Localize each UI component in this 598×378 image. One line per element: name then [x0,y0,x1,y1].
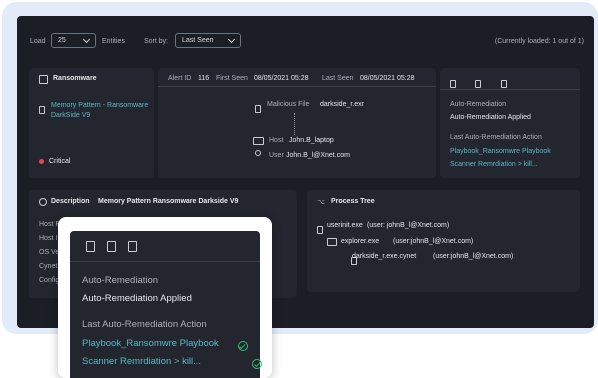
clipboard-icon[interactable] [107,241,116,252]
auto-remediation-title: Auto-Remediation [82,275,159,286]
last-seen-value: 08/05/2021 05:28 [360,75,415,82]
folder-icon [327,238,337,246]
last-seen-label: Last Seen [322,75,354,82]
alert-id-label: Alert ID [168,75,192,82]
tree-connector [294,113,295,135]
threat-title: Ransomware [53,75,97,82]
process-user: (user: johnB_l@Xnet.com) [367,222,450,229]
zoom-callout: Auto-Remediation Auto-Remediation Applie… [58,217,272,378]
entities-label: Entities [102,38,125,45]
detail-row-label: Host I [39,235,58,242]
remediation-card: Auto-Remediation Auto-Remediation Applie… [440,68,580,178]
divider [158,86,436,87]
action-link[interactable]: Playbook_Ransomwre Playbook [82,338,219,349]
action-link[interactable]: Scanner Remrdiation > kill... [450,161,538,168]
alert-id-value: 116 [198,75,210,82]
detail-row-label: Cynet [39,263,58,270]
auto-remediation-value: Auto-Remediation Applied [450,114,531,121]
detail-row-label: Config [39,277,60,284]
sort-select[interactable]: Last Seen [175,33,241,48]
process-tree-icon: ⌥ [317,199,326,206]
checkbox[interactable] [39,75,48,84]
process-user: (user:johnB_l@Xnet.com) [393,238,474,245]
file-icon[interactable] [86,241,95,252]
process-tree-card: ⌥ Process Tree userinit.exe (user: johnB… [307,190,580,292]
process-tree-title: Process Tree [331,198,375,205]
remediation-panel-zoom: Auto-Remediation Auto-Remediation Applie… [70,231,263,378]
list-icon[interactable] [500,80,507,88]
chevron-down-icon [82,35,91,44]
malicious-file-label: Malicious File [267,101,310,108]
check-circle-icon [238,341,248,351]
divider [70,261,260,262]
host-label: Host [269,137,284,144]
auto-remediation-value: Auto-Remediation Applied [82,293,192,304]
file-icon[interactable] [450,80,456,88]
threat-card[interactable]: Ransomware Memory Pattern - Ransomware D… [29,68,154,178]
user-label: User [269,152,284,159]
severity-dot [39,159,44,164]
info-icon [39,198,47,206]
sort-select-value: Last Seen [182,37,214,44]
action-link[interactable]: Scanner Remrdiation > kill... [82,356,201,367]
host-value[interactable]: John.B_laptop [289,137,334,144]
severity-label: Critical [49,158,71,165]
clipboard-icon[interactable] [475,80,482,88]
memory-pattern-link[interactable]: Memory Pattern - Ransomware DarkSide V9 [51,101,151,121]
description-label: Description [51,198,90,205]
alert-card: Alert ID 116 First Seen 08/05/2021 05:28… [158,68,436,178]
load-label: Load [30,38,46,45]
last-action-title: Last Auto-Remediation Action [450,134,542,141]
divider [440,89,580,90]
user-icon [255,150,261,156]
action-link[interactable]: Playbook_Ransomwre Playbook [450,148,551,155]
laptop-icon [253,137,264,145]
malicious-file-value[interactable]: darkside_r.exr [320,101,364,108]
list-icon[interactable] [128,241,137,252]
last-action-title: Last Auto-Remediation Action [82,319,207,330]
file-icon [255,105,261,113]
loaded-status: (Currently loaded: 1 out of 1) [494,38,584,45]
process-user: (user:johnB_l@Xnet.com) [433,253,514,260]
process-name[interactable]: userinit.exe [327,222,363,229]
user-value[interactable]: John.B_l@Xnet.com [286,152,350,159]
first-seen-value: 08/05/2021 05:28 [254,75,309,82]
process-name[interactable]: explorer.exe [341,238,379,245]
detail-row-label: OS Ve [39,249,60,256]
load-select-value: 25 [58,37,66,44]
load-select[interactable]: 25 [51,33,96,48]
file-icon [317,226,323,234]
file-icon [39,106,45,114]
check-circle-icon [252,359,263,369]
process-name[interactable]: darkside_r.exe.cynet [352,253,416,260]
auto-remediation-title: Auto-Remediation [450,101,507,108]
chevron-down-icon [227,35,236,44]
first-seen-label: First Seen [216,75,248,82]
description-text: Memory Pattern Ransomware Darkside V9 [98,198,239,205]
sort-label: Sort by: [144,38,169,45]
